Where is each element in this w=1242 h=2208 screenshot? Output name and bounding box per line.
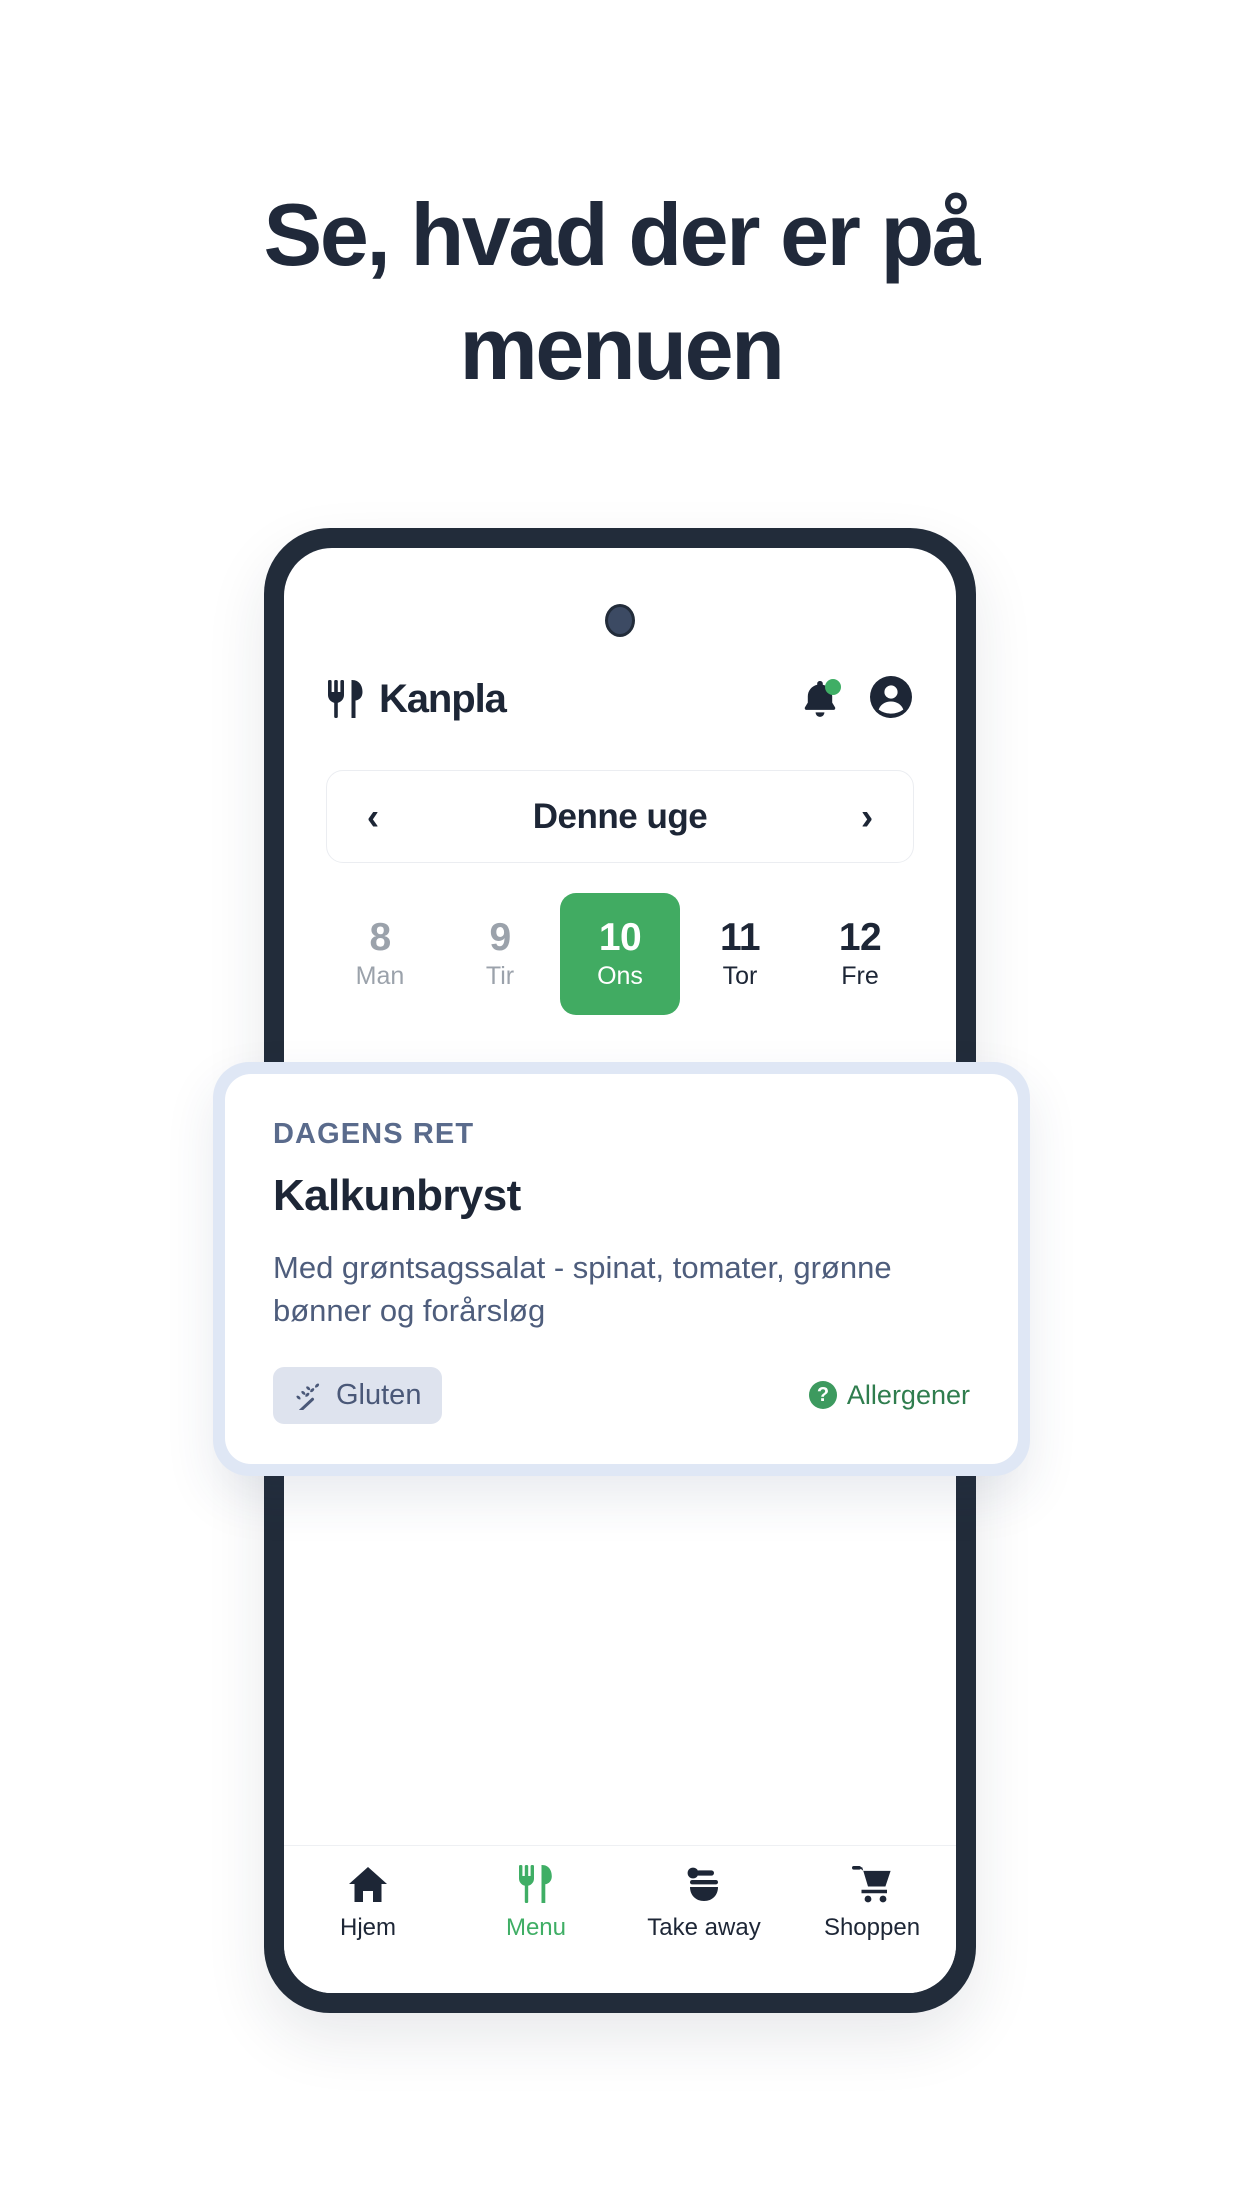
nav-item-hjem[interactable]: Hjem xyxy=(284,1864,452,1942)
day-option-man[interactable]: 8 Man xyxy=(320,893,440,1015)
notification-unread-dot xyxy=(825,679,841,695)
page-title-line-2: menuen xyxy=(459,299,785,399)
user-avatar-button[interactable] xyxy=(868,674,914,725)
highlight-description: Med grøntsagssalat - spinat, tomater, gr… xyxy=(273,1250,892,1328)
nav-item-shoppen[interactable]: Shoppen xyxy=(788,1864,956,1942)
user-avatar-icon xyxy=(868,674,914,720)
nav-label: Shoppen xyxy=(823,1914,921,1941)
day-weekday: Tir xyxy=(485,961,515,990)
highlight-category: DAGENS RET xyxy=(273,1118,475,1150)
fork-knife-icon xyxy=(517,1864,555,1904)
app-header: Kanpla xyxy=(284,656,956,742)
day-number: 8 xyxy=(369,915,391,959)
nav-item-menu[interactable]: Menu xyxy=(452,1864,620,1942)
brand-name: Kanpla xyxy=(379,676,507,721)
highlight-badge-row: Gluten ? Allergener xyxy=(273,1366,970,1424)
day-weekday: Man xyxy=(355,961,405,990)
day-option-fre[interactable]: 12 Fre xyxy=(800,893,920,1015)
brand-logo: Kanpla xyxy=(326,676,507,722)
week-selector: ‹ Denne uge › xyxy=(326,770,914,863)
allergen-badge-label: Gluten xyxy=(336,1378,422,1411)
chevron-right-icon: › xyxy=(860,796,874,837)
day-weekday: Tor xyxy=(722,961,758,990)
day-number: 9 xyxy=(489,915,511,959)
notifications-button[interactable] xyxy=(798,677,842,721)
nav-label: Menu xyxy=(505,1914,567,1941)
nav-label: Hjem xyxy=(339,1914,396,1941)
highlight-title: Kalkunbryst xyxy=(273,1171,521,1220)
day-option-tir[interactable]: 9 Tir xyxy=(440,893,560,1015)
wheat-icon xyxy=(294,1380,324,1413)
day-option-tor[interactable]: 11 Tor xyxy=(680,893,800,1015)
fork-knife-icon xyxy=(326,678,366,720)
next-week-button[interactable]: › xyxy=(847,798,887,835)
day-number: 10 xyxy=(598,915,642,959)
day-selector: 8 Man 9 Tir 10 Ons 11 Tor 12 Fre xyxy=(320,893,920,1015)
allergener-link[interactable]: ? Allergener xyxy=(808,1379,970,1411)
allergen-badge-gluten[interactable]: Gluten xyxy=(273,1366,443,1424)
shopping-cart-icon xyxy=(850,1864,894,1904)
home-icon xyxy=(347,1864,389,1904)
day-number: 11 xyxy=(719,915,761,959)
nav-item-take-away[interactable]: Take away xyxy=(620,1864,788,1942)
phone-camera-dot xyxy=(605,604,635,637)
bowl-spoon-icon xyxy=(682,1864,726,1904)
chevron-left-icon: ‹ xyxy=(366,796,380,837)
header-actions xyxy=(798,674,914,725)
bottom-navigation: Hjem Menu Take away Shoppen xyxy=(284,1845,956,1993)
allergener-link-label: Allergener xyxy=(846,1379,970,1410)
day-option-ons-selected[interactable]: 10 Ons xyxy=(560,893,680,1015)
page-title: Se, hvad der er på menuen xyxy=(0,178,1242,407)
page-title-line-1: Se, hvad der er på xyxy=(263,185,981,284)
highlighted-dish-card[interactable]: DAGENS RET Kalkunbryst Med grøntsagssala… xyxy=(225,1074,1018,1464)
day-number: 12 xyxy=(838,915,882,959)
day-weekday: Fre xyxy=(841,961,879,990)
previous-week-button[interactable]: ‹ xyxy=(353,798,393,835)
question-circle-icon: ? xyxy=(808,1381,837,1410)
week-label: Denne uge xyxy=(532,796,708,836)
day-weekday: Ons xyxy=(597,961,643,990)
nav-label: Take away xyxy=(647,1914,761,1941)
highlighted-dish-card-ring: DAGENS RET Kalkunbryst Med grøntsagssala… xyxy=(213,1062,1030,1476)
